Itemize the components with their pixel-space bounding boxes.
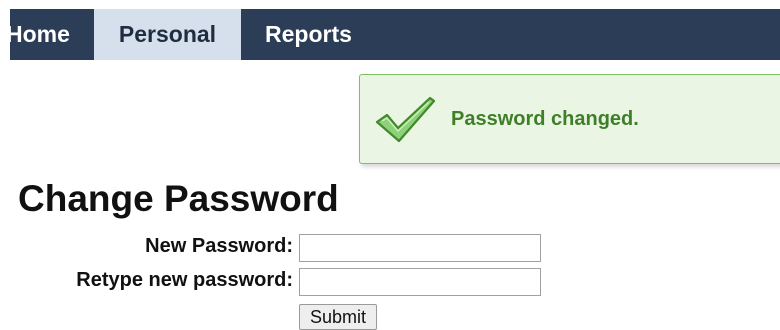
retype-password-field[interactable] bbox=[299, 268, 541, 296]
tab-home-label: Home bbox=[10, 21, 70, 47]
success-notification: Password changed. bbox=[359, 74, 780, 164]
tab-reports-label: Reports bbox=[265, 21, 352, 47]
tab-reports[interactable]: Reports bbox=[265, 9, 352, 60]
tab-home[interactable]: Home bbox=[10, 9, 94, 60]
new-password-label: New Password: bbox=[145, 235, 293, 257]
top-navbar: Home Personal Reports bbox=[10, 9, 780, 60]
tab-personal-label: Personal bbox=[118, 21, 217, 47]
submit-button[interactable]: Submit bbox=[299, 304, 378, 330]
notification-message: Password changed. bbox=[451, 108, 639, 130]
retype-password-label: Retype new password: bbox=[76, 269, 293, 291]
checkmark-icon bbox=[375, 96, 436, 143]
page-title: Change Password bbox=[18, 178, 339, 219]
tab-personal[interactable]: Personal bbox=[94, 9, 241, 60]
new-password-field[interactable] bbox=[299, 234, 541, 262]
page: Home Personal Reports Password changed. … bbox=[0, 0, 780, 330]
